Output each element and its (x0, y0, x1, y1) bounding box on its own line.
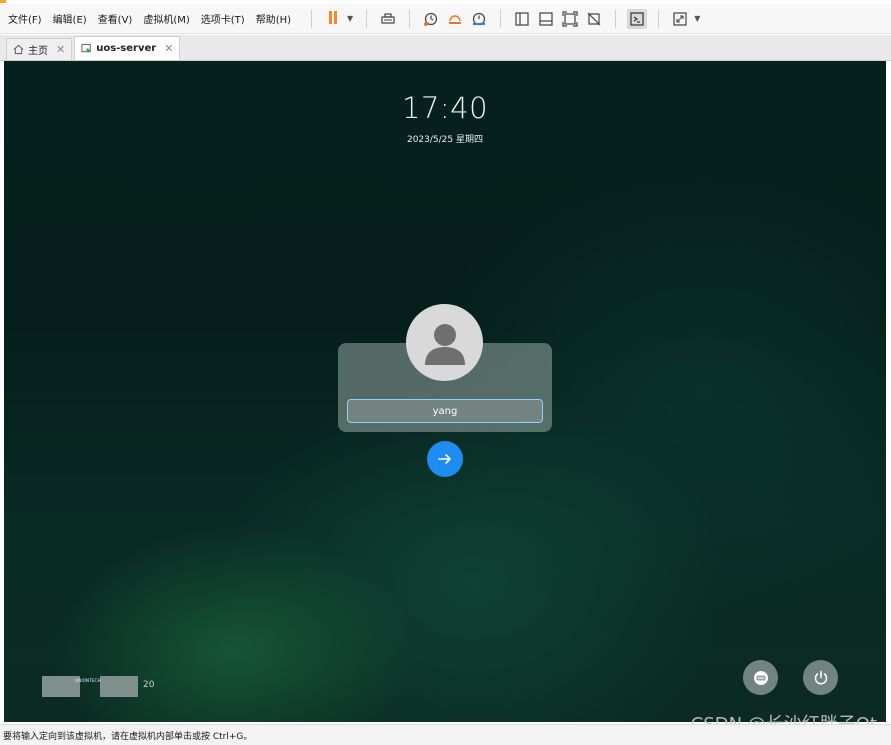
tab-label: 主页 (28, 46, 48, 57)
show-library-icon (515, 11, 529, 26)
revert-snapshot-icon (449, 14, 462, 24)
autofit-button[interactable] (584, 9, 604, 29)
logo-version: 20 (143, 680, 155, 690)
menu-file[interactable]: 文件(F) (8, 11, 42, 26)
lock-clock: 17:40 (401, 91, 489, 125)
avatar[interactable] (406, 304, 483, 381)
tab-label: uos-server (96, 43, 157, 54)
tab-bar: 主页 ✕ uos-server ✕ (0, 35, 891, 61)
menu-vm[interactable]: 虚拟机(M) (143, 11, 189, 26)
arrow-right-icon (438, 454, 451, 464)
fullscreen-icon (673, 11, 687, 26)
lock-date: 2023/5/25 星期四 (406, 135, 483, 145)
power-icon (814, 670, 827, 684)
fullscreen-button[interactable] (670, 9, 690, 29)
toolbar-separator (615, 9, 617, 28)
menu-tabs[interactable]: 选项卡(T) (201, 11, 245, 26)
power-button[interactable] (803, 660, 838, 695)
snapshot-manager-button[interactable] (469, 9, 489, 29)
menubar: 文件(F) 编辑(E) 查看(V) 虚拟机(M) 选项卡(T) 帮助(H) ▼ … (0, 4, 891, 34)
console-view-button[interactable] (627, 8, 648, 29)
menu-view[interactable]: 查看(V) (98, 11, 133, 26)
fit-guest-button[interactable] (560, 9, 580, 29)
menu-edit[interactable]: 编辑(E) (53, 11, 87, 26)
keyboard-icon (753, 670, 768, 685)
autofit-icon (587, 12, 601, 25)
tab-uos-server[interactable]: uos-server ✕ (74, 36, 181, 60)
snapshot-icon (424, 12, 438, 26)
menu-help[interactable]: 帮助(H) (256, 11, 291, 26)
pause-button[interactable] (323, 9, 343, 29)
chevron-down-icon[interactable]: ▼ (694, 14, 700, 23)
toolbar-separator (500, 9, 502, 28)
close-icon[interactable]: ✕ (164, 42, 173, 55)
username-field[interactable]: yang (347, 399, 543, 423)
status-bar: 要将输入定向到该虚拟机，请在虚拟机内部单击或按 Ctrl+G。 (0, 724, 891, 745)
home-icon (13, 44, 24, 55)
tab-home[interactable]: 主页 ✕ (6, 38, 73, 60)
console-view-icon (630, 11, 644, 26)
toolbar-separator (658, 9, 660, 28)
toolbar-separator (366, 9, 368, 28)
thumbnail-bar-icon (539, 11, 553, 26)
pause-icon (328, 10, 338, 27)
keyboard-layout-button[interactable] (743, 660, 778, 695)
thumbnail-bar-button[interactable] (536, 9, 556, 29)
chevron-down-icon[interactable]: ▼ (347, 14, 353, 23)
vm-console[interactable]: 17:40 2023/5/25 星期四 yang UNIONTECH 20 (4, 61, 886, 722)
toolbar-separator (409, 9, 411, 28)
toolbar-separator (311, 9, 313, 28)
send-ctrl-alt-del-button[interactable] (378, 9, 398, 29)
logo-text: UNIONTECH (75, 678, 101, 683)
revert-snapshot-button[interactable] (445, 9, 465, 29)
status-message: 要将输入定向到该虚拟机，请在虚拟机内部单击或按 Ctrl+G。 (3, 731, 253, 742)
fit-guest-icon (562, 10, 578, 27)
logo-block (100, 676, 138, 697)
send-ctrl-alt-del-icon (381, 12, 395, 24)
app-accent (0, 0, 6, 3)
close-icon[interactable]: ✕ (56, 43, 65, 56)
vm-icon (81, 43, 91, 53)
uniontech-logo: UNIONTECH 20 (42, 676, 162, 698)
show-library-button[interactable] (512, 9, 532, 29)
user-icon (424, 323, 465, 365)
snapshot-manager-icon (473, 12, 486, 25)
snapshot-button[interactable] (421, 9, 441, 29)
login-button[interactable] (427, 441, 463, 477)
